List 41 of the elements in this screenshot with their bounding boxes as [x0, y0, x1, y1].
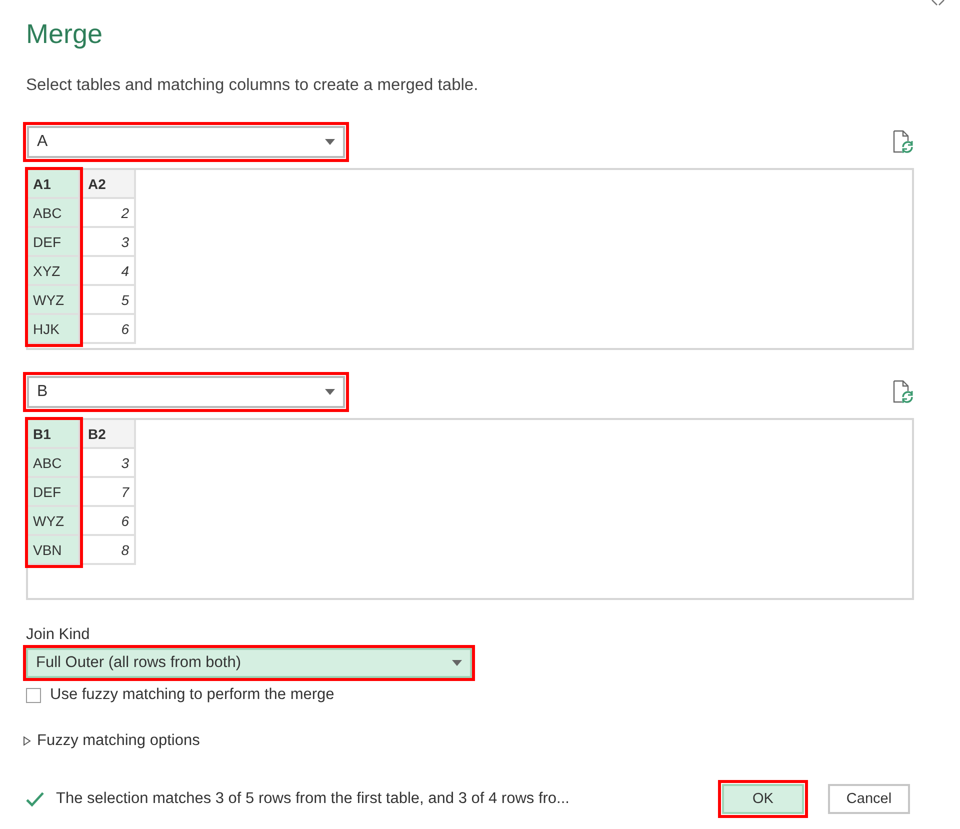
checkmark-icon	[26, 792, 44, 806]
table-cell: 3	[83, 449, 136, 478]
table-cell: 7	[83, 478, 136, 507]
column-header[interactable]: A1	[28, 170, 80, 199]
dialog-title: Merge	[26, 18, 104, 50]
status-text: The selection matches 3 of 5 rows from the first table, and 3 of 4 rows fro...	[56, 790, 570, 808]
column-header[interactable]: A2	[83, 170, 136, 199]
table-cell: WYZ	[28, 507, 80, 536]
table-cell: WYZ	[28, 286, 80, 315]
caret-icon	[452, 660, 462, 666]
caret-icon	[325, 389, 335, 395]
fuzzy-checkbox[interactable]: Use fuzzy matching to perform the merge	[26, 686, 914, 704]
table-cell: 8	[83, 536, 136, 565]
join-kind-dropdown[interactable]: Full Outer (all rows from both)	[26, 648, 472, 678]
table-cell: DEF	[28, 228, 80, 257]
ok-button[interactable]: OK	[722, 784, 804, 814]
close-icon[interactable]	[930, 0, 946, 6]
table-cell: 5	[83, 286, 136, 315]
table-cell: 6	[83, 507, 136, 536]
table-dropdown[interactable]: B	[27, 376, 345, 408]
table-cell: XYZ	[28, 257, 80, 286]
table-cell: VBN	[28, 536, 80, 565]
table-cell: ABC	[28, 449, 80, 478]
table-cell: ABC	[28, 199, 80, 228]
checkbox[interactable]	[26, 688, 41, 702]
table-cell: 3	[83, 228, 136, 257]
cancel-button[interactable]: Cancel	[828, 784, 910, 814]
join-kind-label: Join Kind	[26, 626, 91, 644]
table-cell: 6	[83, 315, 136, 344]
table-cell: DEF	[28, 478, 80, 507]
caret-icon	[325, 139, 335, 145]
dialog-subtitle: Select tables and matching columns to create a merged table.	[26, 75, 480, 95]
table-cell: 4	[83, 257, 136, 286]
column-header[interactable]: B1	[28, 420, 80, 449]
table-dropdown[interactable]: A	[27, 126, 345, 158]
table-cell: 2	[83, 199, 136, 228]
refresh-icon[interactable]	[892, 380, 914, 404]
table-cell: HJK	[28, 315, 80, 344]
fuzzy-options-expander[interactable]: Fuzzy matching options	[23, 732, 914, 750]
column-header[interactable]: B2	[83, 420, 136, 449]
refresh-icon[interactable]	[892, 130, 914, 154]
